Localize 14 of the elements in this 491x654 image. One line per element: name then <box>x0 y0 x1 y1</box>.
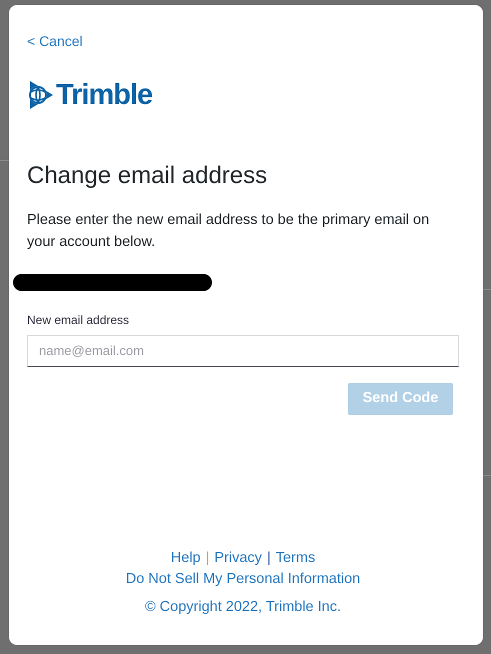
footer-link[interactable]: Privacy <box>214 548 262 568</box>
dialog-title: Change email address <box>27 162 268 191</box>
description-text: Please enter the new email address to be the primary email on your account below. <box>27 210 430 252</box>
globe-logo-icon <box>27 80 54 110</box>
field-label: New email address <box>27 312 130 329</box>
email-input-field[interactable]: name@email.com <box>27 334 459 367</box>
cancel-link[interactable]: < Cancel <box>27 31 83 52</box>
copyright-text: © Copyright 2022, Trimble Inc. <box>144 598 342 618</box>
footer-link[interactable]: Terms <box>276 548 316 568</box>
logo-wordmark: Trimble <box>56 80 152 110</box>
footer-link[interactable]: Help <box>170 548 201 568</box>
separator-mark: | <box>266 548 271 568</box>
separator-mark: | <box>206 548 210 568</box>
privacy-link[interactable]: Do Not Sell My Personal Information <box>126 568 360 590</box>
